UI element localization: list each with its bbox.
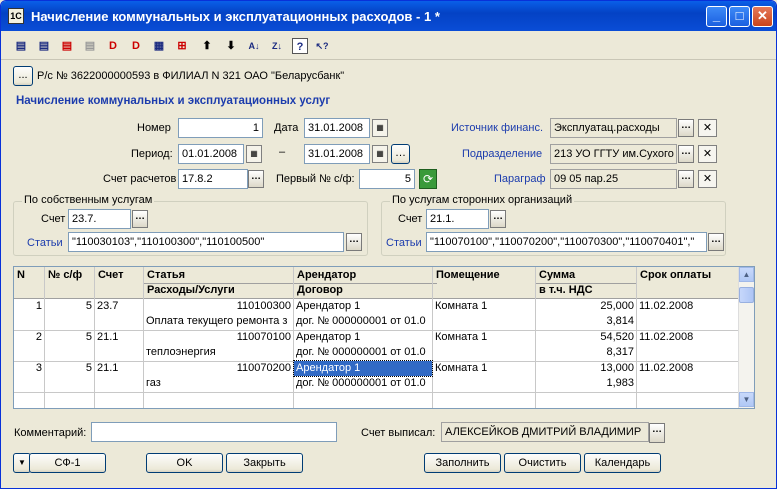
paragraph-select-button[interactable]: …: [678, 170, 694, 188]
division-label[interactable]: Подразделение: [462, 148, 542, 160]
third-items-input[interactable]: "110070100","110070200","110070300","110…: [426, 232, 707, 252]
division-clear-icon[interactable]: ✕: [698, 145, 717, 163]
first-sf-label: Первый № с/ф:: [276, 173, 355, 185]
app-icon: 1C: [8, 8, 24, 24]
source-select-button[interactable]: …: [678, 119, 694, 137]
period-dash: –: [279, 146, 286, 158]
section-title: Начисление коммунальных и эксплуатационн…: [16, 95, 331, 107]
period-from-input[interactable]: 01.01.2008: [178, 144, 244, 164]
paragraph-field[interactable]: 09 05 пар.25: [550, 169, 677, 189]
clear-button[interactable]: Очистить: [504, 453, 581, 473]
own-account-label: Счет: [41, 213, 66, 225]
new-copy-icon[interactable]: ▤: [36, 38, 52, 54]
help-icon[interactable]: ?: [292, 38, 308, 54]
own-account-input[interactable]: 23.7.: [68, 209, 131, 229]
issuer-label: Счет выписал:: [361, 427, 436, 439]
date-calendar-icon[interactable]: ▦: [372, 119, 388, 137]
source-label[interactable]: Источник финанс.: [451, 122, 543, 134]
col-header-n[interactable]: N: [14, 267, 45, 299]
date-label: Дата: [274, 122, 299, 134]
first-sf-input[interactable]: 5: [359, 169, 415, 189]
arrow-down-icon[interactable]: ⬇: [223, 38, 239, 54]
own-items-input[interactable]: "110030103","110100300","110100500": [68, 232, 344, 252]
issuer-field[interactable]: АЛЕКСЕЙКОВ ДМИТРИЙ ВЛАДИМИР: [441, 422, 649, 442]
col-header-room[interactable]: Помещение: [433, 267, 536, 299]
maximize-button[interactable]: □: [729, 6, 750, 27]
period-select-button[interactable]: …: [391, 144, 410, 164]
paragraph-clear-icon[interactable]: ✕: [698, 170, 717, 188]
period-from-calendar-icon[interactable]: ▦: [246, 145, 262, 163]
division-field[interactable]: 213 УО ГГТУ им.Сухого: [550, 144, 677, 164]
number-input[interactable]: 1: [178, 118, 263, 138]
scroll-thumb[interactable]: [739, 287, 754, 303]
arrow-up-icon[interactable]: ⬆: [199, 38, 215, 54]
sf1-button[interactable]: СФ-1: [29, 453, 106, 473]
sort-asc-icon[interactable]: A↓: [246, 38, 262, 54]
select-account-button[interactable]: ...: [13, 66, 33, 86]
comment-input[interactable]: [91, 422, 337, 442]
title-bar[interactable]: 1C Начисление коммунальных и эксплуатаци…: [1, 1, 776, 31]
main-window: 1C Начисление коммунальных и эксплуатаци…: [0, 0, 777, 489]
col-header-due[interactable]: Срок оплаты: [637, 267, 739, 299]
scroll-up-icon[interactable]: ▲: [739, 267, 754, 282]
issuer-select-button[interactable]: …: [649, 423, 665, 443]
third-items-label[interactable]: Статьи: [386, 237, 422, 249]
insert-icon[interactable]: ⊞: [174, 38, 190, 54]
own-account-select-button[interactable]: …: [132, 210, 148, 228]
own-items-label[interactable]: Статьи: [27, 237, 63, 249]
calendar-button[interactable]: Календарь: [584, 453, 661, 473]
col-header-sf[interactable]: № с/ф: [45, 267, 95, 299]
minimize-button[interactable]: _: [706, 6, 727, 27]
own-services-title: По собственным услугам: [22, 194, 155, 206]
bank-account-text: Р/с № 3622000000593 в ФИЛИАЛ N 321 ОАО "…: [37, 70, 345, 82]
col-header-account[interactable]: Счет: [95, 267, 144, 299]
table-scrollbar[interactable]: ▲ ▼: [738, 267, 754, 408]
third-account-select-button[interactable]: …: [490, 210, 506, 228]
source-clear-icon[interactable]: ✕: [698, 119, 717, 137]
settlement-account-select-button[interactable]: …: [248, 170, 264, 188]
whatis-icon[interactable]: ↖?: [314, 38, 330, 54]
mark-icon[interactable]: ▤: [82, 38, 98, 54]
settlement-account-label: Счет расчетов: [103, 173, 177, 185]
close-button[interactable]: Закрыть: [226, 453, 303, 473]
period-to-input[interactable]: 31.01.2008: [304, 144, 370, 164]
division-select-button[interactable]: …: [678, 145, 694, 163]
selected-cell: Арендатор 1: [293, 360, 433, 377]
third-account-label: Счет: [398, 213, 423, 225]
period-label: Период:: [131, 148, 173, 160]
own-items-select-button[interactable]: …: [346, 233, 362, 251]
refresh-icon[interactable]: ⟳: [419, 169, 437, 189]
sort-desc-icon[interactable]: Z↓: [269, 38, 285, 54]
paragraph-label[interactable]: Параграф: [494, 173, 546, 185]
ok-button[interactable]: OK: [146, 453, 223, 473]
third-items-select-button[interactable]: …: [708, 233, 724, 251]
toolbar: ▤ ▤ ▤ ▤ D D ▦ ⊞ ⬆ ⬇ A↓ Z↓ ? ↖?: [1, 31, 776, 60]
charges-table[interactable]: N № с/ф Счет Статья Расходы/Услуги Аренда…: [13, 266, 755, 409]
date-input[interactable]: 31.01.2008: [304, 118, 370, 138]
period-to-calendar-icon[interactable]: ▦: [372, 145, 388, 163]
post-icon[interactable]: D: [105, 38, 121, 54]
settings-icon[interactable]: ▦: [151, 38, 167, 54]
unpost-icon[interactable]: D: [128, 38, 144, 54]
settlement-account-input[interactable]: 17.8.2: [178, 169, 248, 189]
new-doc-icon[interactable]: ▤: [13, 38, 29, 54]
number-label: Номер: [137, 122, 171, 134]
third-party-title: По услугам сторонних организаций: [390, 194, 575, 206]
source-field[interactable]: Эксплуатац.расходы: [550, 118, 677, 138]
window-title: Начисление коммунальных и эксплуатационн…: [31, 9, 440, 24]
third-account-input[interactable]: 21.1.: [426, 209, 489, 229]
delete-icon[interactable]: ▤: [59, 38, 75, 54]
scroll-down-icon[interactable]: ▼: [739, 392, 754, 407]
fill-button[interactable]: Заполнить: [424, 453, 501, 473]
close-window-button[interactable]: ✕: [752, 6, 773, 27]
comment-label: Комментарий:: [14, 427, 87, 439]
